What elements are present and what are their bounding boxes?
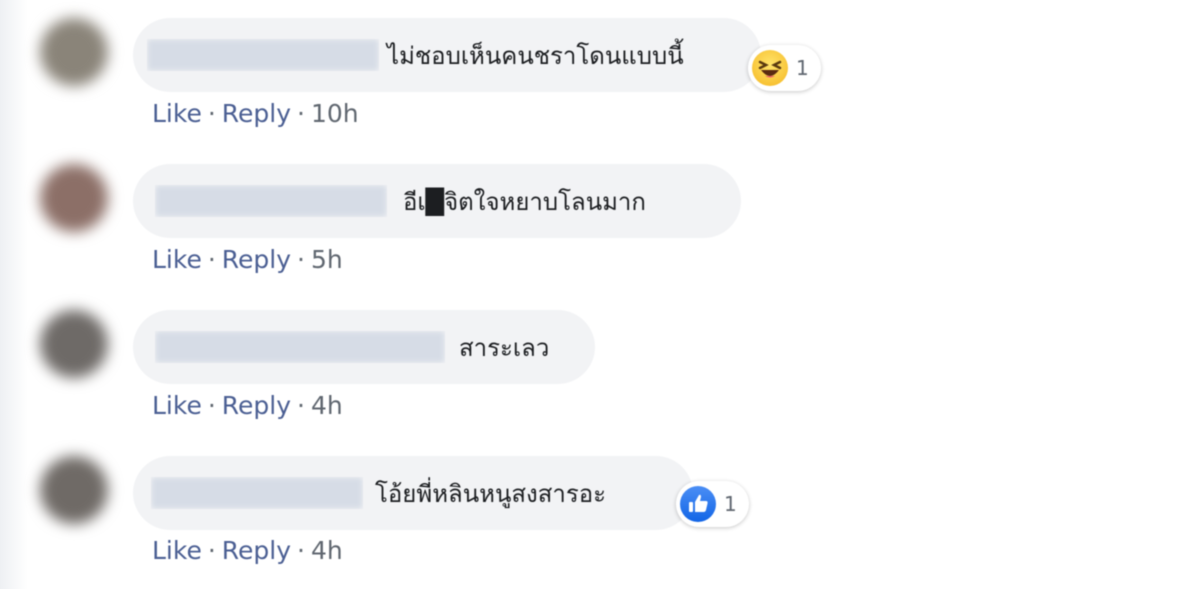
comment-bubble: ████████████ อีเ█จิตใจหยาบโลนมาก: [133, 164, 741, 238]
reply-action[interactable]: Reply: [222, 99, 291, 128]
separator: ·: [297, 245, 305, 274]
avatar[interactable]: [40, 456, 108, 524]
like-action[interactable]: Like: [152, 391, 202, 420]
comment-timestamp[interactable]: 4h: [311, 391, 343, 420]
comment-author-name[interactable]: ████████████: [147, 39, 379, 71]
comment-actions: Like · Reply · 5h: [152, 245, 343, 274]
reply-action[interactable]: Reply: [222, 391, 291, 420]
haha-emoji-icon: [752, 50, 788, 86]
reaction-summary[interactable]: 1: [748, 45, 821, 91]
comment-item: ████████████ โอ้ยพี่หลินหนูสงสารอะ 1 Lik…: [0, 437, 1200, 567]
comment-item: ████████████ ไม่ชอบเห็นคนชราโดนแบบนี้ 1 …: [0, 0, 1200, 130]
comment-text: อีเ█จิตใจหยาบโลนมาก: [403, 187, 646, 216]
comment-text: โอ้ยพี่หลินหนูสงสารอะ: [375, 479, 607, 508]
separator: ·: [297, 391, 305, 420]
author-redaction: [147, 39, 379, 71]
avatar[interactable]: [40, 164, 108, 232]
comment-item: ██████████████ สาระเลว Like·Reply·4h: [0, 291, 1200, 421]
comment-text: ไม่ชอบเห็นคนชราโดนแบบนี้: [387, 41, 684, 70]
comment-text: สาระเลว: [459, 333, 550, 362]
reaction-count: 1: [724, 492, 737, 516]
comment-actions: Like · Reply · 10h: [152, 99, 359, 128]
avatar[interactable]: [40, 18, 108, 86]
separator: ·: [207, 99, 216, 128]
comment-timestamp[interactable]: 5h: [311, 245, 343, 274]
separator: ·: [297, 99, 305, 128]
reply-action[interactable]: Reply: [222, 536, 291, 565]
like-thumb-icon: [680, 486, 716, 522]
comment-actions: Like · Reply · 4h: [152, 391, 343, 420]
author-redaction: [155, 331, 445, 363]
comment-bubble: ██████████████ สาระเลว: [133, 310, 595, 384]
comment-timestamp[interactable]: 4h: [311, 536, 343, 565]
avatar[interactable]: [40, 310, 108, 378]
separator: ·: [297, 536, 305, 565]
comment-author-name[interactable]: ████████████: [155, 185, 387, 217]
reaction-count: 1: [796, 56, 809, 80]
like-action[interactable]: Like: [152, 536, 202, 565]
reaction-summary[interactable]: 1: [676, 481, 749, 527]
comment-bubble: ████████████ ไม่ชอบเห็นคนชราโดนแบบนี้: [133, 18, 761, 92]
separator: ·: [207, 245, 216, 274]
author-redaction: [155, 185, 387, 217]
separator: ·: [207, 536, 216, 565]
comment-timestamp[interactable]: 10h: [311, 99, 359, 128]
author-redaction: [151, 477, 363, 509]
comment-item: ████████████ อีเ█จิตใจหยาบโลนมาก Like·Re…: [0, 145, 1200, 275]
reply-action[interactable]: Reply: [222, 245, 291, 274]
comment-actions: Like · Reply · 4h: [152, 536, 343, 565]
like-action[interactable]: Like: [152, 245, 202, 274]
like-action[interactable]: Like: [152, 99, 202, 128]
separator: ·: [207, 391, 216, 420]
comment-author-name[interactable]: ██████████████: [155, 331, 445, 363]
comment-author-name[interactable]: ████████████: [151, 477, 363, 509]
comment-bubble: ████████████ โอ้ยพี่หลินหนูสงสารอะ: [133, 456, 693, 530]
